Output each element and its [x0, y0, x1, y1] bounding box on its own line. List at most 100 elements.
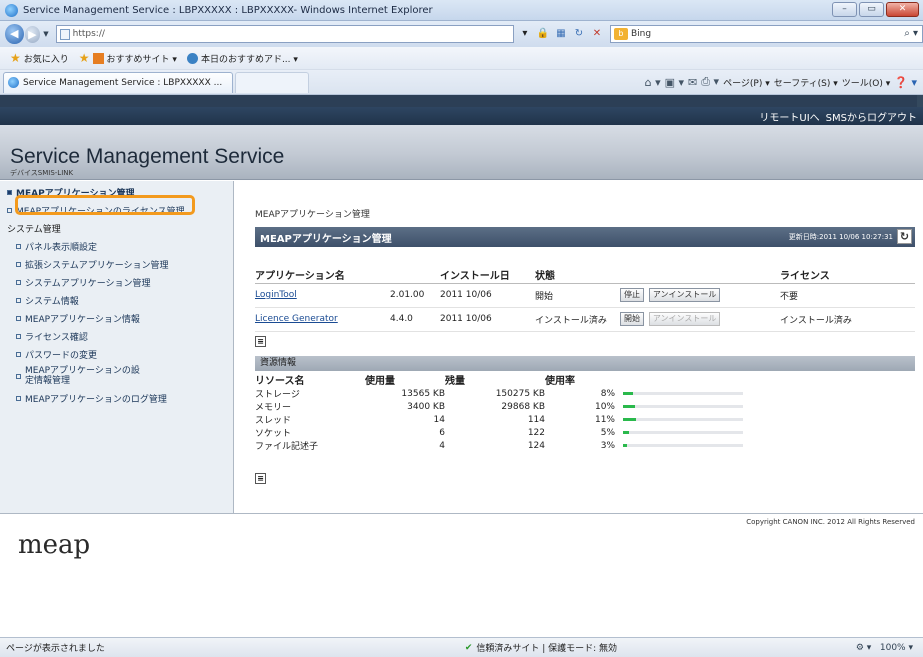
compat-view-icon[interactable]: ▦: [554, 27, 568, 41]
bullet-icon: [16, 333, 21, 339]
status-bar: ページが表示されました ✔ 信頼済みサイト | 保護モード: 無効 ⚙ ▾ 10…: [0, 637, 923, 657]
print-icon[interactable]: ⎙ ▾: [701, 75, 719, 89]
menu-safety[interactable]: セーフティ(S) ▾: [774, 76, 838, 89]
add-favorite-icon: ★: [78, 51, 90, 65]
fav-item-slices[interactable]: 本日のおすすめアド... ▾: [186, 52, 298, 65]
resource-row: ファイル記述子 4 124 3%: [255, 439, 855, 452]
search-input[interactable]: b Bing ⌕ ▾: [609, 25, 923, 43]
bullet-icon: [16, 261, 21, 267]
url-input[interactable]: https://: [55, 25, 514, 43]
refresh-icon[interactable]: ↻: [572, 27, 586, 41]
panel-title: MEAPアプリケーション管理: [260, 233, 392, 245]
remote-ui-link[interactable]: リモートUIへ: [759, 109, 819, 124]
url-dropdown-icon[interactable]: ▾: [518, 27, 532, 41]
resource-rate: 11%: [594, 414, 615, 425]
check-icon: ✔: [464, 642, 473, 653]
sidebar-item-panel-order[interactable]: パネル表示順設定: [0, 237, 233, 255]
usage-bar: [623, 443, 743, 447]
url-text: https://: [72, 29, 105, 39]
sidebar-item-system-apps[interactable]: システムアプリケーション管理: [0, 273, 233, 291]
bullet-icon: [7, 189, 12, 195]
resource-used: 4: [439, 440, 445, 451]
table-row: LoginTool 2.01.00 2011 10/06 開始 停止 アンインス…: [255, 283, 915, 308]
feeds-icon[interactable]: ▣ ▾: [665, 76, 684, 89]
usage-bar: [623, 391, 743, 395]
home-icon[interactable]: ⌂ ▾: [645, 76, 661, 89]
app-link-licence-generator[interactable]: Licence Generator: [255, 314, 338, 324]
refresh-icon[interactable]: ↻: [897, 229, 912, 244]
resource-remain: 122: [527, 427, 545, 438]
sidebar-item-system-info[interactable]: システム情報: [0, 291, 233, 309]
stop-icon[interactable]: ✕: [590, 27, 604, 41]
sidebar-item-meap-app-info[interactable]: MEAPアプリケーション情報: [0, 309, 233, 327]
sidebar: MEAPアプリケーション管理 MEAPアプリケーションのライセンス管理 システム…: [0, 181, 234, 513]
page-title: Service Management Service: [10, 145, 285, 168]
maximize-button[interactable]: ▭: [859, 2, 884, 17]
mail-icon[interactable]: ✉: [688, 76, 697, 89]
col-actions: [620, 267, 780, 284]
forward-button[interactable]: ▶: [24, 25, 41, 43]
address-bar: ◀ ▶ ▼ https:// ▾ 🔒 ▦ ↻ ✕ b Bing ⌕ ▾: [0, 21, 923, 47]
page-top-strip: [0, 95, 923, 107]
collapse-icon[interactable]: ≡: [255, 336, 266, 347]
menu-tools[interactable]: ツール(O) ▾: [842, 76, 891, 89]
sidebar-item-license-check[interactable]: ライセンス確認: [0, 327, 233, 345]
close-window-button[interactable]: ✕: [886, 2, 919, 17]
command-bar: ⌂ ▾ ▣ ▾ ✉ ⎙ ▾ ページ(P) ▾ セーフティ(S) ▾ ツール(O)…: [645, 75, 917, 89]
resource-rate: 8%: [600, 388, 615, 399]
sidebar-item-ext-system-apps[interactable]: 拡張システムアプリケーション管理: [0, 255, 233, 273]
window-title: Service Management Service : LBPXXXXX : …: [23, 4, 433, 16]
zoom-control[interactable]: ⚙ ▾ 100% ▾: [856, 643, 913, 653]
resource-used: 14: [433, 414, 445, 425]
app-status: 開始: [535, 283, 620, 308]
collapse-icon[interactable]: ≡: [255, 473, 266, 484]
resource-used: 6: [439, 427, 445, 438]
resource-remain: 124: [527, 440, 545, 451]
bullet-icon: [16, 315, 21, 321]
app-install-date: 2011 10/06: [440, 283, 535, 308]
logout-link[interactable]: SMSからログアウト: [826, 109, 917, 124]
updated-time: 更新日時:2011 10/06 10:27:31: [788, 233, 893, 241]
security-zone[interactable]: ✔ 信頼済みサイト | 保護モード: 無効: [464, 641, 617, 655]
back-button[interactable]: ◀: [5, 24, 24, 44]
help-icon[interactable]: ❓ ▾: [894, 76, 917, 89]
fav-item-suggested[interactable]: ★ おすすめサイト ▾: [79, 51, 177, 65]
bullet-icon: [16, 297, 21, 303]
window-titlebar: Service Management Service : LBPXXXXX : …: [0, 0, 923, 21]
sidebar-item-meap-settings[interactable]: MEAPアプリケーションの設定情報管理: [0, 363, 233, 389]
stop-button[interactable]: 停止: [620, 288, 644, 302]
col-version: [390, 267, 440, 284]
start-button[interactable]: 開始: [620, 312, 644, 326]
bullet-icon: [16, 395, 21, 401]
resource-remain: 29868 KB: [501, 401, 545, 412]
usage-bar-fill: [623, 430, 629, 434]
usage-bar-fill: [623, 404, 635, 408]
resource-table: リソース名 使用量 残量 使用率 ストレージ 13565 KB 150275 KB 8…: [255, 372, 855, 452]
search-icon[interactable]: ⌕ ▾: [904, 28, 918, 39]
resource-name: ソケット: [255, 429, 292, 439]
star-icon: ★: [10, 51, 21, 65]
meap-logo: meap: [18, 530, 91, 560]
uninstall-button[interactable]: アンインストール: [648, 288, 721, 302]
col-remain: 残量: [445, 376, 465, 387]
window-controls: – ▭ ✕: [832, 2, 919, 17]
app-link-logintool[interactable]: LoginTool: [255, 290, 297, 300]
page-icon: [59, 28, 70, 40]
sidebar-section-system-management: システム管理: [7, 224, 61, 235]
resource-name: スレッド: [255, 416, 292, 426]
menu-page[interactable]: ページ(P) ▾: [723, 76, 770, 89]
resource-remain: 150275 KB: [495, 388, 545, 399]
bullet-icon: [16, 243, 21, 249]
lock-icon[interactable]: 🔒: [536, 27, 550, 41]
history-dropdown-icon[interactable]: ▼: [43, 30, 48, 38]
sidebar-item-change-password[interactable]: パスワードの変更: [0, 345, 233, 363]
page-footer: meap Copyright CANON INC. 2012 All Right…: [0, 513, 923, 637]
favorites-button[interactable]: ★ お気に入り: [10, 51, 69, 65]
minimize-button[interactable]: –: [832, 2, 857, 17]
table-row: Licence Generator 4.4.0 2011 10/06 インストー…: [255, 307, 915, 332]
sidebar-item-meap-log[interactable]: MEAPアプリケーションのログ管理: [0, 389, 233, 407]
new-tab-button[interactable]: [235, 71, 309, 93]
bullet-icon: [16, 373, 21, 379]
tab-service-management[interactable]: Service Management Service : LBPXXXXX ..…: [3, 71, 233, 93]
app-version: 4.4.0: [390, 307, 440, 332]
